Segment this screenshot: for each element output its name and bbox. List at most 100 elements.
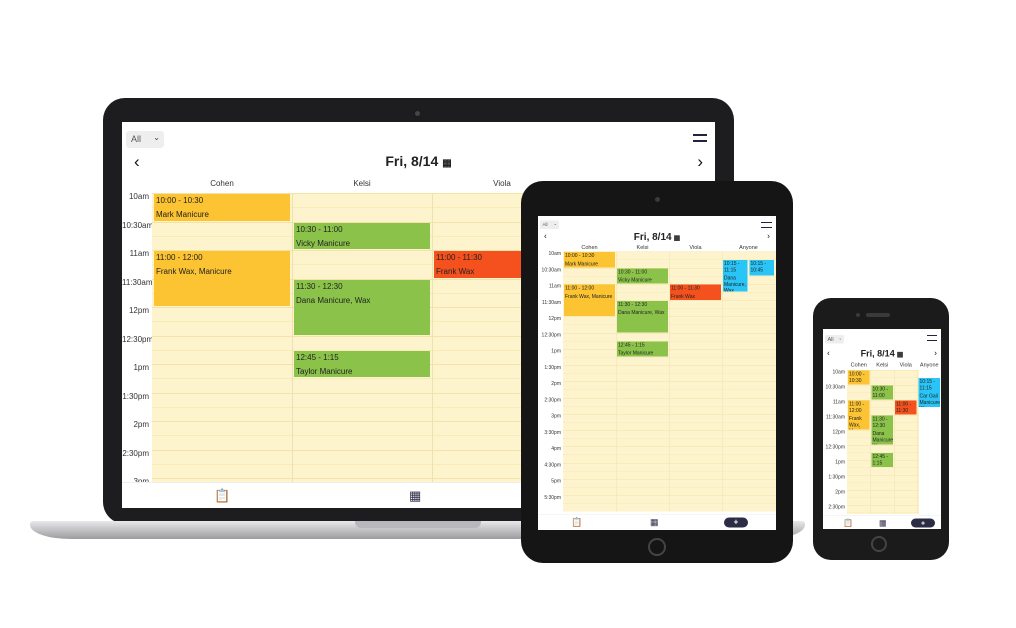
hour-gridline <box>563 316 776 317</box>
next-day-button[interactable]: › <box>697 152 703 172</box>
menu-icon[interactable] <box>927 335 937 341</box>
time-label: 11am <box>129 249 149 258</box>
calendar-icon[interactable]: ▦ <box>409 488 421 504</box>
calendar-icon[interactable]: ▦ <box>879 518 887 528</box>
time-label: 10:30am <box>825 384 845 391</box>
appointment-block[interactable]: 11:30 - 12:30 Dana Manicure, Wax <box>294 279 430 335</box>
appointment-time: 10:00 - 10:30 <box>565 253 595 259</box>
column-divider <box>616 251 617 512</box>
add-appointment-button[interactable]: + <box>911 518 935 528</box>
phone-speaker <box>866 313 890 317</box>
hour-gridline <box>563 479 776 480</box>
appointment-block[interactable]: 10:00 - 10:30Mark <box>848 370 870 385</box>
appointment-block[interactable]: 11:30 - 12:30 Dana Manicure, Wax <box>617 300 668 333</box>
appointment-block[interactable]: 10:15 - 11:15 Car Gail Manicure Wax <box>918 378 940 407</box>
appointment-time: 11:00 - 11:30 <box>436 253 482 262</box>
chevron-down-icon: ⌄ <box>553 221 557 227</box>
staff-filter-select[interactable]: All ⌄ <box>825 335 844 344</box>
staff-filter-select[interactable]: All ⌄ <box>540 220 559 229</box>
hour-gridline <box>563 430 776 431</box>
appointment-block[interactable]: 12:45 - 1:15Taylor <box>871 453 893 467</box>
clipboard-icon[interactable]: 📋 <box>843 518 853 528</box>
menu-icon[interactable] <box>761 222 772 228</box>
appointment-description: Dana Manicure Wax <box>872 431 894 445</box>
tablet-home-button <box>648 538 666 556</box>
add-appointment-button[interactable]: + <box>724 517 748 528</box>
time-label: 2:30pm <box>122 448 149 458</box>
time-label: 10am <box>128 192 149 201</box>
appointment-block[interactable]: 10:30 - 11:00Vicky <box>871 385 893 400</box>
appointment-block[interactable]: 11:00 - 11:30Frank <box>895 400 917 415</box>
appointment-block[interactable]: 10:30 - 11:00 Vicky Manicure <box>294 222 430 249</box>
time-label: 2pm <box>133 420 149 429</box>
next-day-button[interactable]: › <box>934 348 937 358</box>
schedule-grid[interactable]: 10:00 - 10:30Mark 11:00 - 12:00 Frank Wax,… <box>847 370 940 514</box>
time-label: 11am <box>832 399 845 406</box>
appointment-description: Dana Manicure, Wax <box>296 295 371 305</box>
appointment-block[interactable]: 12:45 - 1:15 Taylor Manicure <box>294 350 430 378</box>
appointment-time: 10:00 - 10:30 <box>849 371 865 384</box>
appointment-time: 11:30 - 12:30 <box>618 301 648 308</box>
hour-gridline <box>563 332 776 334</box>
schedule-grid[interactable]: 10:00 - 10:30 Mark Manicure 11:00 - 12:00 F… <box>563 251 776 512</box>
next-day-button[interactable]: › <box>767 231 770 241</box>
calendar-icon[interactable]: ▦ <box>674 234 681 243</box>
appointment-time: 12:45 - 1:15 <box>872 454 889 466</box>
date-title[interactable]: Fri, 8/14 ▦ <box>538 232 776 244</box>
appointment-block[interactable]: 10:30 - 11:00 Vicky Manicure <box>617 268 668 284</box>
clipboard-icon[interactable]: 📋 <box>571 517 582 528</box>
appointment-block[interactable]: 10:15 - 10:45Dana Manicure, Wax <box>749 260 774 276</box>
column-header-viola: Viola <box>899 362 912 368</box>
menu-icon[interactable] <box>693 134 707 142</box>
column-header-kelsi: Kelsi <box>636 244 649 251</box>
column-header-viola: Viola <box>689 244 702 251</box>
time-label: 1pm <box>551 348 561 355</box>
appointment-block[interactable]: 11:00 - 11:30 Frank Wax <box>670 284 721 300</box>
time-label: 11:30am <box>541 299 561 306</box>
appointment-time: 10:30 - 11:00 <box>872 386 889 399</box>
time-label: 10:30am <box>122 220 154 230</box>
calendar-icon[interactable]: ▦ <box>650 517 659 528</box>
date-title[interactable]: Fri, 8/14 ▦ <box>823 349 941 360</box>
appointment-time: 10:30 - 11:00 <box>618 269 648 275</box>
appointment-block[interactable]: 12:45 - 1:15 Taylor Manicure <box>617 341 668 357</box>
appointment-time: 11:00 - 11:30 <box>671 285 700 292</box>
appointment-time: 11:30 - 12:30 <box>296 281 343 291</box>
hour-gridline <box>563 446 776 447</box>
time-label: 12:30pm <box>122 334 154 344</box>
column-divider <box>432 193 433 483</box>
date-title[interactable]: Fri, 8/14 ▦ <box>122 153 715 169</box>
quarter-gridline <box>563 340 776 342</box>
appointment-block[interactable]: 11:00 - 12:00Frank Wax, Manicure <box>564 284 615 316</box>
time-label: 2:30pm <box>828 504 845 511</box>
time-label: 10:30am <box>541 267 561 273</box>
appointment-block[interactable]: 10:00 - 10:30 Mark Manicure <box>154 194 290 221</box>
appointment-block[interactable]: 11:00 - 11:30 Frank Wax <box>434 251 523 278</box>
calendar-icon[interactable]: ▦ <box>897 350 904 359</box>
appointment-description: Frank Wax <box>436 267 475 276</box>
time-label: 12:30pm <box>541 332 561 338</box>
column-header-cohen: Cohen <box>850 362 867 368</box>
quarter-gridline <box>847 497 919 498</box>
device-mockup-stage: All ⌄ ‹ Fri, 8/14 ▦ › Cohen Kelsi Viola 10… <box>0 0 1016 628</box>
hour-gridline <box>563 414 776 415</box>
appointment-block[interactable]: 10:00 - 10:30 Mark Manicure <box>564 252 615 268</box>
clipboard-icon[interactable]: 📋 <box>214 488 230 504</box>
hour-gridline <box>847 490 919 491</box>
laptop-notch <box>355 521 481 528</box>
appointment-block[interactable]: 10:15 - 11:15 Dana Manicure, Wax <box>723 260 748 292</box>
time-label: 2:30pm <box>544 397 561 403</box>
appointment-description: Frank Wax, Manicure <box>849 416 870 430</box>
time-label: 11:30am <box>122 277 153 287</box>
bottom-bar: 📋 ▦ + <box>823 515 941 529</box>
appointment-time: 10:15 - 11:15 <box>724 261 740 273</box>
appointment-time: 12:45 - 1:15 <box>296 352 339 362</box>
appointment-block[interactable]: 11:00 - 12:00Frank Wax, Manicure <box>154 251 290 306</box>
appointment-block[interactable]: 11:00 - 12:00Frank Wax, Manicure <box>848 400 870 430</box>
appointment-block[interactable]: 11:30 - 12:30 Dana Manicure Wax <box>871 415 894 445</box>
appointment-time: 10:15 - 10:45 <box>750 261 767 273</box>
calendar-icon[interactable]: ▦ <box>442 158 451 169</box>
appointment-time: 10:15 - 11:15 <box>919 379 936 391</box>
staff-filter-select[interactable]: All ⌄ <box>126 131 164 148</box>
time-label: 5pm <box>551 478 561 485</box>
